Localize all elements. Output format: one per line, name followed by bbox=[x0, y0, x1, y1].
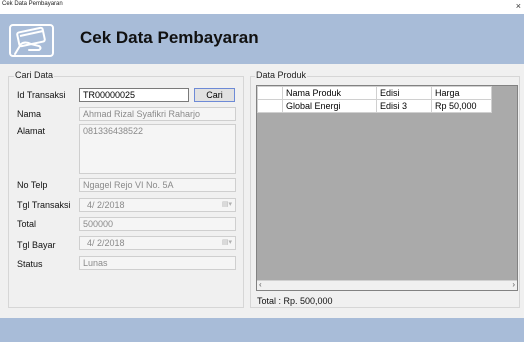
column-header-nama-produk[interactable]: Nama Produk bbox=[282, 86, 377, 100]
cell-edisi[interactable]: Edisi 3 bbox=[376, 99, 432, 113]
nama-field[interactable]: Ahmad Rizal Syafikri Raharjo bbox=[79, 107, 236, 121]
horizontal-scrollbar[interactable]: ‹ › bbox=[257, 280, 517, 290]
total-summary: Total : Rp. 500,000 bbox=[257, 296, 333, 306]
alamat-label: Alamat bbox=[17, 126, 46, 136]
cari-data-group-label: Cari Data bbox=[14, 70, 55, 80]
status-label: Status bbox=[17, 259, 43, 269]
header-banner: Cek Data Pembayaran bbox=[0, 14, 524, 64]
no-telp-label: No Telp bbox=[17, 180, 48, 190]
payment-card-hand-icon bbox=[9, 24, 54, 57]
alamat-field[interactable]: 081336438522 bbox=[79, 124, 236, 174]
cell-harga[interactable]: Rp 50,000 bbox=[431, 99, 492, 113]
total-label: Total bbox=[17, 219, 37, 229]
no-telp-field[interactable]: Ngagel Rejo VI No. 5A bbox=[79, 178, 236, 192]
row-header[interactable] bbox=[257, 99, 283, 113]
tgl-transaksi-picker[interactable]: 4/ 2/2018 ▤▾ bbox=[79, 198, 236, 212]
footer-banner bbox=[0, 318, 524, 342]
total-field[interactable]: 500000 bbox=[79, 217, 236, 231]
page-title: Cek Data Pembayaran bbox=[80, 28, 259, 47]
calendar-dropdown-icon[interactable]: ▤▾ bbox=[222, 200, 232, 208]
column-header-harga[interactable]: Harga bbox=[431, 86, 492, 100]
calendar-dropdown-icon[interactable]: ▤▾ bbox=[222, 238, 232, 246]
tgl-bayar-label: Tgl Bayar bbox=[17, 240, 56, 250]
produk-data-grid[interactable]: Nama Produk Edisi Harga Global Energi Ed… bbox=[256, 85, 518, 291]
cell-nama-produk[interactable]: Global Energi bbox=[282, 99, 377, 113]
scroll-right-icon[interactable]: › bbox=[512, 280, 515, 289]
tgl-bayar-value: 4/ 2/2018 bbox=[87, 238, 125, 248]
tgl-transaksi-value: 4/ 2/2018 bbox=[87, 200, 125, 210]
table-header-row: Nama Produk Edisi Harga bbox=[257, 86, 492, 100]
window-title: Cek Data Pembayaran bbox=[2, 1, 63, 7]
tgl-bayar-picker[interactable]: 4/ 2/2018 ▤▾ bbox=[79, 236, 236, 250]
data-produk-group-label: Data Produk bbox=[255, 70, 308, 80]
produk-table: Nama Produk Edisi Harga Global Energi Ed… bbox=[257, 86, 492, 113]
table-row[interactable]: Global Energi Edisi 3 Rp 50,000 bbox=[257, 99, 492, 113]
nama-label: Nama bbox=[17, 109, 42, 119]
id-transaksi-label: Id Transaksi bbox=[17, 90, 66, 100]
row-header-corner bbox=[257, 86, 283, 100]
column-header-edisi[interactable]: Edisi bbox=[376, 86, 432, 100]
status-field[interactable]: Lunas bbox=[79, 256, 236, 270]
close-icon[interactable]: × bbox=[516, 0, 521, 12]
cari-button[interactable]: Cari bbox=[194, 88, 235, 102]
title-bar: Cek Data Pembayaran × bbox=[0, 0, 524, 14]
id-transaksi-input[interactable]: TR00000025 bbox=[79, 88, 189, 102]
scroll-left-icon[interactable]: ‹ bbox=[259, 280, 262, 289]
tgl-transaksi-label: Tgl Transaksi bbox=[17, 200, 71, 210]
